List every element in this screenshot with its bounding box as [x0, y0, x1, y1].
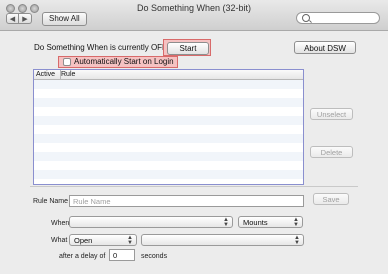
- back-forward-group: ◀ ▶: [6, 13, 32, 24]
- autostart-checkbox[interactable]: [63, 58, 71, 66]
- delay-value: 0: [113, 251, 118, 260]
- delay-suffix-label: seconds: [141, 253, 168, 260]
- table-row[interactable]: [34, 107, 303, 116]
- updown-chevron-icon: ▲ ▼: [223, 217, 229, 228]
- table-row[interactable]: [34, 125, 303, 134]
- what-select[interactable]: Open ▲ ▼: [69, 234, 137, 246]
- table-rows: [34, 80, 303, 184]
- table-row[interactable]: [34, 134, 303, 143]
- back-icon: ◀: [9, 16, 16, 23]
- column-header-rule[interactable]: Rule: [59, 70, 75, 79]
- mounts-select-value: Mounts: [243, 218, 268, 227]
- about-button[interactable]: About DSW: [294, 41, 356, 54]
- rule-name-placeholder: Rule Name: [73, 197, 111, 206]
- table-row[interactable]: [34, 98, 303, 107]
- back-button[interactable]: ◀: [6, 13, 19, 24]
- rule-name-input[interactable]: Rule Name: [69, 195, 304, 207]
- table-row[interactable]: [34, 161, 303, 170]
- when-select[interactable]: ▲ ▼: [69, 216, 233, 228]
- mounts-select[interactable]: Mounts ▲ ▼: [238, 216, 303, 228]
- unselect-button[interactable]: Unselect: [310, 108, 353, 120]
- preferences-window: Do Something When (32-bit) ◀ ▶ Show All …: [0, 0, 388, 274]
- autostart-highlight: Automatically Start on Login: [58, 56, 178, 68]
- when-label: When: [51, 220, 70, 227]
- delete-button[interactable]: Delete: [310, 146, 353, 158]
- table-row[interactable]: [34, 170, 303, 179]
- search-field[interactable]: [296, 12, 380, 24]
- table-row[interactable]: [34, 89, 303, 98]
- table-row[interactable]: [34, 143, 303, 152]
- delay-input[interactable]: 0: [109, 249, 135, 261]
- rule-name-label: Rule Name: [33, 198, 69, 205]
- what-label: What: [51, 237, 68, 244]
- start-highlight: Start: [163, 39, 211, 56]
- what-target-select[interactable]: ▲ ▼: [141, 234, 304, 246]
- updown-chevron-icon: ▲ ▼: [293, 217, 299, 228]
- start-button[interactable]: Start: [167, 42, 209, 55]
- updown-chevron-icon: ▲ ▼: [294, 235, 300, 246]
- search-icon: [302, 14, 310, 22]
- save-button[interactable]: Save: [313, 193, 349, 205]
- rules-table[interactable]: Active Rule: [33, 69, 304, 185]
- table-row[interactable]: [34, 80, 303, 89]
- table-header: Active Rule: [34, 70, 303, 80]
- delay-prefix-label: after a delay of: [59, 253, 106, 260]
- status-text: Do Something When is currently OFF: [34, 43, 167, 52]
- updown-chevron-icon: ▲ ▼: [127, 235, 133, 246]
- column-header-active[interactable]: Active: [34, 70, 61, 79]
- autostart-label[interactable]: Automatically Start on Login: [74, 57, 174, 67]
- show-all-button[interactable]: Show All: [42, 12, 87, 26]
- title-bar: Do Something When (32-bit) ◀ ▶ Show All: [0, 0, 388, 31]
- table-row[interactable]: [34, 152, 303, 161]
- forward-icon: ▶: [22, 16, 28, 23]
- section-divider: [30, 186, 358, 187]
- table-row[interactable]: [34, 116, 303, 125]
- forward-button[interactable]: ▶: [19, 13, 32, 24]
- table-row[interactable]: [34, 179, 303, 184]
- what-select-value: Open: [74, 236, 93, 245]
